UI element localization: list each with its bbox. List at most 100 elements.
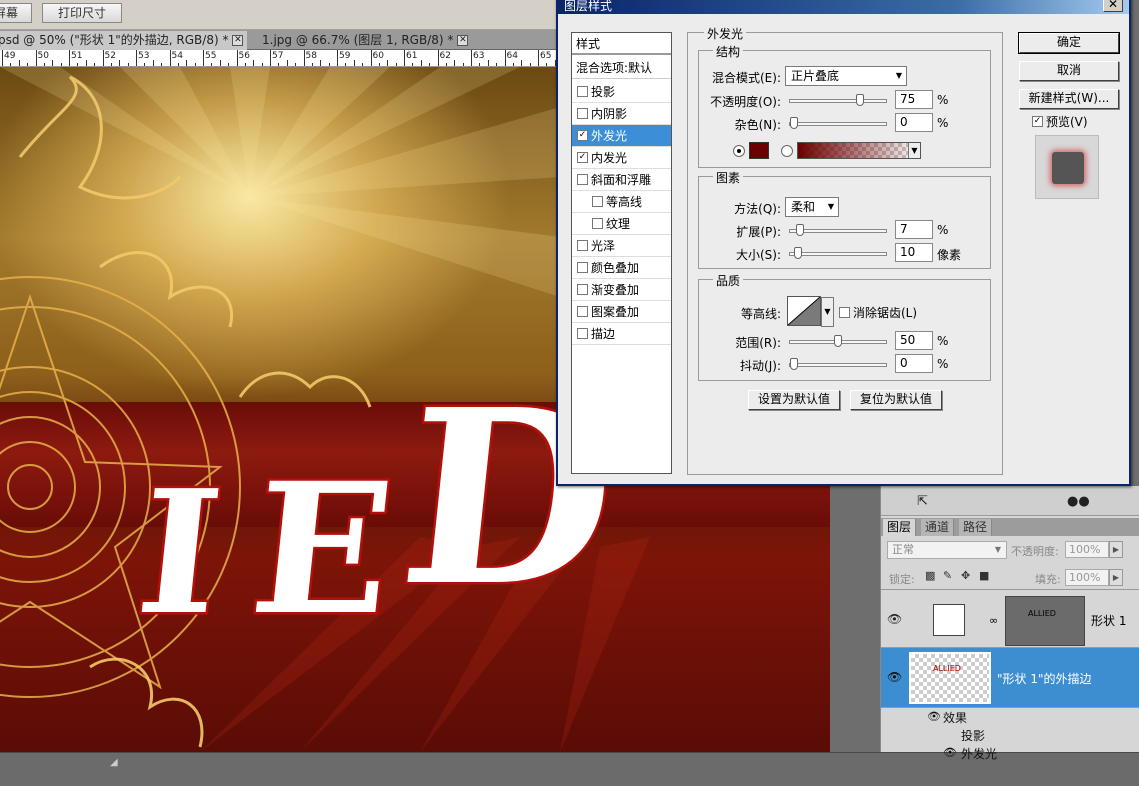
checkbox-box[interactable] <box>577 86 588 97</box>
checkbox-box[interactable]: ✓ <box>577 152 588 163</box>
slider-knob[interactable] <box>790 117 798 129</box>
jitter-input[interactable]: 0 <box>895 354 933 373</box>
contour-curve-icon <box>787 296 821 326</box>
checkbox-box[interactable] <box>592 218 603 229</box>
opacity-input[interactable]: 100% <box>1065 541 1109 558</box>
gradient-picker[interactable]: ▼ <box>797 142 921 159</box>
tab-paths[interactable]: 路径 <box>959 519 993 536</box>
eye-icon[interactable]: 👁 <box>943 746 957 759</box>
layer-shape-1[interactable]: 👁 ∞ ALLIED 形状 1 <box>881 590 1139 648</box>
reset-default-button[interactable]: 复位为默认值 <box>850 390 942 410</box>
preview-checkbox[interactable]: ✓ 预览(V) <box>1032 113 1088 130</box>
checkbox-box[interactable] <box>577 240 588 251</box>
range-slider[interactable] <box>789 335 887 347</box>
gradient-radio[interactable] <box>781 145 793 157</box>
technique-dropdown[interactable]: 柔和 ▼ <box>785 197 839 217</box>
ok-button[interactable]: 确定 <box>1018 32 1120 54</box>
style-item[interactable]: 内阴影 <box>572 103 671 125</box>
screen-button[interactable]: 屏幕 <box>0 3 32 23</box>
slider-knob[interactable] <box>790 358 798 370</box>
lock-transparency-icon[interactable]: ▩ <box>925 569 935 582</box>
style-item[interactable]: ✓ 外发光 <box>572 125 671 147</box>
glow-color-swatch[interactable] <box>749 142 769 159</box>
eye-icon[interactable]: 👁 <box>887 612 902 626</box>
ruler-minor-tick <box>512 63 514 66</box>
print-size-button[interactable]: 打印尺寸 <box>42 3 122 23</box>
style-item-label: 等高线 <box>606 195 643 209</box>
style-item[interactable]: 等高线 <box>572 191 671 213</box>
ruler-minor-tick <box>387 60 389 66</box>
close-icon[interactable]: ✕ <box>1103 0 1123 12</box>
checkbox-box[interactable] <box>577 108 588 119</box>
opacity-input[interactable]: 75 <box>895 90 933 109</box>
spread-input[interactable]: 7 <box>895 220 933 239</box>
fill-input[interactable]: 100% <box>1065 569 1109 586</box>
checkbox-box[interactable] <box>577 262 588 273</box>
close-icon[interactable]: ✕ <box>457 35 469 46</box>
effect-outer-glow[interactable]: 👁 外发光 <box>881 744 1139 762</box>
solid-color-radio[interactable] <box>733 145 745 157</box>
opacity-arrow[interactable]: ▶ <box>1109 541 1123 558</box>
blend-mode-dropdown[interactable]: 正片叠底 ▼ <box>785 66 907 86</box>
style-item[interactable]: 渐变叠加 <box>572 279 671 301</box>
effects-row[interactable]: 👁 效果 <box>881 708 1139 726</box>
slider-knob[interactable] <box>834 335 842 347</box>
style-item[interactable]: 纹理 <box>572 213 671 235</box>
ruler-minor-tick <box>244 63 246 66</box>
lock-brush-icon[interactable]: ✎ <box>943 569 952 582</box>
make-default-button[interactable]: 设置为默认值 <box>748 390 840 410</box>
style-item[interactable]: 斜面和浮雕 <box>572 169 671 191</box>
ruler-minor-tick <box>487 60 489 66</box>
effect-drop-shadow[interactable]: 投影 <box>881 726 1139 744</box>
range-input[interactable]: 50 <box>895 331 933 350</box>
cancel-button[interactable]: 取消 <box>1019 61 1119 81</box>
new-style-button[interactable]: 新建样式(W)... <box>1019 89 1119 109</box>
tab-channels[interactable]: 通道 <box>921 519 955 536</box>
blending-options-item[interactable]: 混合选项:默认 <box>572 57 671 79</box>
contour-picker[interactable]: ▼ <box>787 296 834 327</box>
chevron-down-icon[interactable]: ▼ <box>821 297 834 327</box>
jitter-slider[interactable] <box>789 358 887 370</box>
fill-arrow[interactable]: ▶ <box>1109 569 1123 586</box>
style-item[interactable]: 颜色叠加 <box>572 257 671 279</box>
slider-knob[interactable] <box>796 224 805 236</box>
doc-tab-psd[interactable]: psd @ 50% ("形状 1"的外描边, RGB/8) * ✕ <box>0 31 248 50</box>
tab-layers[interactable]: 图层 <box>883 519 917 536</box>
circles-icon[interactable]: ●● <box>1067 494 1090 509</box>
eye-icon[interactable]: 👁 <box>887 670 902 684</box>
pointer-icon[interactable]: ⇱ <box>917 494 928 509</box>
style-item[interactable]: 图案叠加 <box>572 301 671 323</box>
checkbox-box[interactable] <box>577 328 588 339</box>
checkbox-box[interactable] <box>577 174 588 185</box>
size-slider[interactable] <box>789 247 887 259</box>
slider-knob[interactable] <box>856 94 864 106</box>
opacity-slider[interactable] <box>789 94 887 106</box>
noise-input[interactable]: 0 <box>895 113 933 132</box>
checkbox-box[interactable]: ✓ <box>577 130 588 141</box>
noise-slider[interactable] <box>789 117 887 129</box>
style-item-label: 纹理 <box>606 217 631 231</box>
style-item[interactable]: 光泽 <box>572 235 671 257</box>
checkbox-box[interactable] <box>592 196 603 207</box>
checkbox-box[interactable] <box>577 306 588 317</box>
dialog-titlebar[interactable]: 图层样式 ✕ <box>558 0 1129 14</box>
ruler-minor-tick <box>194 63 196 66</box>
style-item[interactable]: ✓ 内发光 <box>572 147 671 169</box>
styles-header[interactable]: 样式 <box>572 33 671 55</box>
spread-slider[interactable] <box>789 224 887 236</box>
close-icon[interactable]: ✕ <box>232 35 244 46</box>
lock-all-icon[interactable]: ■ <box>979 569 989 582</box>
checkbox-box[interactable] <box>577 284 588 295</box>
style-item[interactable]: 投影 <box>572 81 671 103</box>
size-input[interactable]: 10 <box>895 243 933 262</box>
style-item[interactable]: 描边 <box>572 323 671 345</box>
layer-name: 形状 1 <box>1091 614 1127 628</box>
doc-tab-jpg[interactable]: 1.jpg @ 66.7% (图层 1, RGB/8) * ✕ <box>258 31 472 50</box>
slider-knob[interactable] <box>793 247 802 259</box>
blend-mode-select[interactable]: 正常 ▼ <box>887 541 1007 559</box>
eye-icon[interactable]: 👁 <box>927 710 941 723</box>
layer-style-dialog: 图层样式 ✕ 样式 混合选项:默认 投影 内阴影 ✓ 外发光 ✓ 内发光 斜面和浮雕等高线纹… <box>556 0 1131 486</box>
layer-outer-stroke[interactable]: 👁 ALLIED "形状 1"的外描边 <box>881 648 1139 708</box>
lock-move-icon[interactable]: ✥ <box>961 569 970 582</box>
antialias-checkbox[interactable]: 消除锯齿(L) <box>839 304 917 321</box>
